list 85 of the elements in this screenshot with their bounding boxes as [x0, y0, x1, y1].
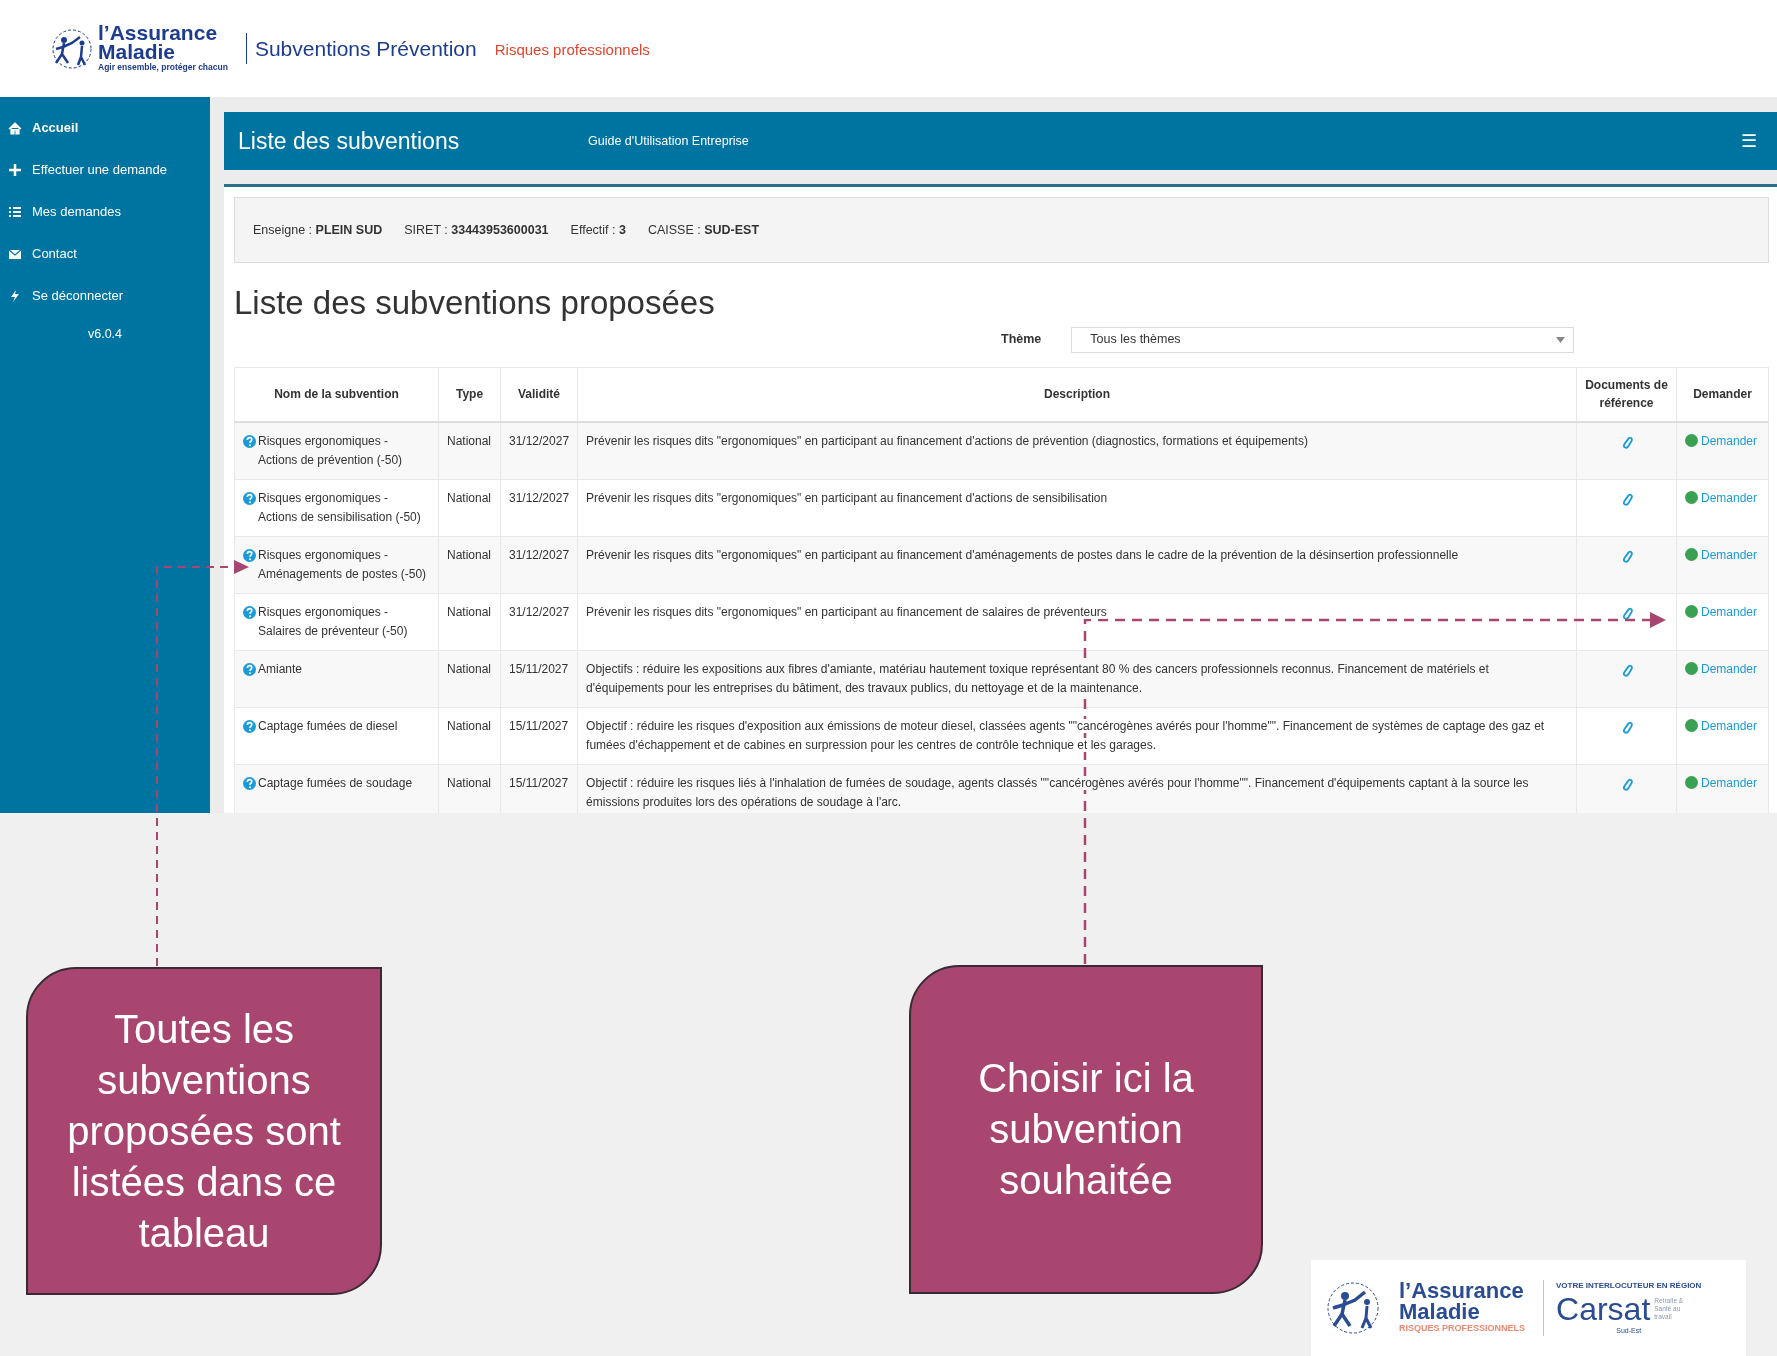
table-cell: 15/11/2027	[500, 764, 578, 813]
section-heading: Liste des subventions proposées	[234, 283, 716, 323]
guide-link[interactable]: Guide d'Utilisation Entreprise	[588, 131, 749, 151]
table-cell: National	[438, 536, 501, 594]
table-cell: 31/12/2027	[500, 593, 578, 651]
request-link[interactable]: Demander	[1701, 605, 1758, 620]
page-title: Liste des subventions	[238, 126, 461, 156]
sidebar-item[interactable]: Effectuer une demande	[0, 149, 210, 191]
table-cell: Objectif : réduire les risques liés à l'inhalation de fumées de soudage, agents classés ""cancérogènes avérés pour l'homme"". Financement d'équipements captant à la source les émissions produites lors des opérations de soudage à l'arc.	[577, 764, 1577, 813]
table-cell: National	[438, 422, 501, 480]
home-icon	[8, 121, 22, 135]
help-icon[interactable]	[243, 492, 256, 506]
table-cell-text: Risques ergonomiques - Actions de sensibilisation (-50)	[258, 490, 422, 527]
logo-text: Maladie	[98, 42, 176, 62]
logo-text: Carsat	[1556, 1291, 1651, 1326]
sidebar-item[interactable]: Se déconnecter	[0, 275, 210, 317]
table-cell: Objectifs : réduire les expositions aux fibres d'amiante, matériau hautement toxique représentant 80 % des cancers professionnels reconnus. Financement de matériels et d'équipements pour les entreprises du bâtiment, des travaux publics, du nettoyage et de la maintenance.	[577, 650, 1577, 708]
table-cell-text: Captage fumées de diesel	[258, 718, 398, 736]
info-text: Effectif : 3	[570, 221, 626, 239]
sidebar-item[interactable]: Contact	[0, 233, 210, 275]
table-cell-text: Risques ergonomiques - Actions de prévention (-50)	[258, 433, 404, 470]
callout-box: Toutes les subventions proposées sont listées dans ce tableau	[26, 967, 382, 1295]
request-link[interactable]: Demander	[1701, 719, 1758, 734]
info-text: SIRET : 33443953600031	[404, 221, 549, 239]
logo-text: Maladie	[1399, 1301, 1481, 1323]
request-link[interactable]: Demander	[1701, 776, 1758, 791]
menu-button[interactable]: ☰	[1735, 126, 1763, 156]
help-icon[interactable]	[243, 435, 256, 449]
table-cell: 31/12/2027	[500, 536, 578, 594]
table-cell: National	[438, 650, 501, 708]
help-icon[interactable]	[243, 549, 256, 563]
status-dot-icon	[1685, 434, 1698, 448]
app-subtitle: Risques professionnels	[494, 40, 650, 61]
table-cell: National	[438, 707, 501, 765]
envelope-icon	[8, 247, 22, 261]
filter-label: Thème	[1001, 331, 1042, 349]
logo-text: l’Assurance	[1399, 1280, 1525, 1302]
table-cell: Prévenir les risques dits "ergonomiques" en participant au financement d'actions de prévention (diagnostics, formations et équipements)	[577, 422, 1577, 480]
table-cell: 15/11/2027	[500, 650, 578, 708]
logo-tagline: RISQUES PROFESSIONNELS	[1399, 1322, 1526, 1336]
help-icon[interactable]	[243, 606, 256, 620]
status-dot-icon	[1685, 662, 1698, 676]
logo-tagline: Agir ensemble, protéger chacun	[98, 61, 228, 74]
list-icon	[8, 205, 22, 219]
request-link[interactable]: Demander	[1701, 491, 1758, 506]
table-cell: National	[438, 479, 501, 537]
logo-text: l’Assurance	[98, 23, 219, 43]
table-cell: Prévenir les risques dits "ergonomiques" en participant au financement d'aménagements de postes dans le cadre de la prévention de la désinsertion professionnelle	[577, 536, 1577, 594]
table-cell: Prévenir les risques dits "ergonomiques" en participant au financement d'actions de sensibilisation	[577, 479, 1577, 537]
version-text: v6.0.4	[86, 326, 124, 343]
info-text: CAISSE : SUD-EST	[647, 221, 760, 239]
table-cell: Objectif : réduire les risques d'exposition aux émissions de moteur diesel, classées agents ""cancérogènes avérés pour l'homme"". Financement de systèmes de captage des gaz et fumées d'échappement et de cabines en surpression pour les centres de contrôle technique et les garages.	[577, 707, 1577, 765]
help-icon[interactable]	[243, 663, 256, 677]
request-link[interactable]: Demander	[1701, 662, 1758, 677]
people-logo-icon	[1325, 1280, 1381, 1336]
caret-icon	[1556, 336, 1566, 343]
table-cell-text: Risques ergonomiques - Salaires de préventeur (-50)	[258, 604, 409, 641]
status-dot-icon	[1685, 719, 1698, 733]
table-cell: National	[438, 764, 501, 813]
table-cell-text: Risques ergonomiques - Aménagements de postes (-50)	[258, 547, 428, 584]
table-cell: 15/11/2027	[500, 707, 578, 765]
status-dot-icon	[1685, 491, 1698, 505]
logo-tagline: VOTRE INTERLOCUTEUR EN RÉGION	[1556, 1279, 1702, 1292]
plus-icon	[8, 163, 22, 177]
help-icon[interactable]	[243, 720, 256, 734]
theme-dropdown[interactable]: Tous les thèmes	[1071, 326, 1575, 353]
status-dot-icon	[1685, 605, 1698, 619]
table-cell-text: Captage fumées de soudage	[258, 775, 413, 793]
table-cell: 31/12/2027	[500, 479, 578, 537]
request-link[interactable]: Demander	[1701, 434, 1758, 449]
sidebar-item[interactable]: Accueil	[0, 107, 210, 149]
app-title: Subventions Prévention	[245, 32, 477, 65]
table-cell: Prévenir les risques dits "ergonomiques" en participant au financement de salaires de préventeurs	[577, 593, 1577, 651]
table-cell: 31/12/2027	[500, 422, 578, 480]
status-dot-icon	[1685, 548, 1698, 562]
lightning-icon	[8, 289, 22, 303]
info-text: Enseigne : PLEIN SUD	[253, 221, 383, 239]
table-cell-text: Amiante	[258, 661, 303, 679]
callout-box: Choisir ici la subvention souhaitée	[909, 965, 1263, 1294]
status-dot-icon	[1685, 776, 1698, 790]
table-cell: National	[438, 593, 501, 651]
sidebar-item[interactable]: Mes demandes	[0, 191, 210, 233]
request-link[interactable]: Demander	[1701, 548, 1758, 563]
help-icon[interactable]	[243, 777, 256, 791]
people-logo-icon	[50, 26, 94, 71]
